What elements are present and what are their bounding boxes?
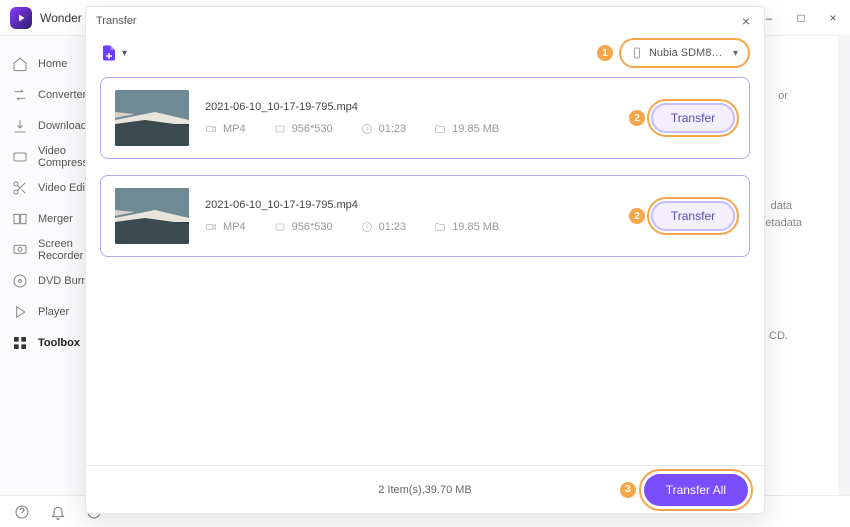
window-close-button[interactable]: ×: [826, 11, 840, 25]
convert-icon: [12, 87, 28, 103]
file-meta: 2021-06-10_10-17-19-795.mp4 MP4 956*530 …: [205, 199, 613, 233]
compress-icon: [12, 149, 28, 165]
sidebar-item-label: Player: [38, 306, 69, 318]
camera-icon: [205, 123, 217, 135]
file-format: MP4: [205, 123, 246, 135]
file-summary: 2 Item(s),39.70 MB: [378, 484, 472, 496]
file-row[interactable]: 2021-06-10_10-17-19-795.mp4 MP4 956*530 …: [100, 77, 750, 159]
app-logo: [10, 7, 32, 29]
sidebar-item-label: Converter: [38, 89, 86, 101]
file-format: MP4: [205, 221, 246, 233]
transfer-button[interactable]: Transfer: [651, 201, 735, 231]
file-size: 19.85 MB: [434, 123, 499, 135]
sidebar-item-label: Merger: [38, 213, 73, 225]
bg-text: etadata: [765, 217, 802, 229]
step-badge-2: 2: [629, 208, 645, 224]
window-maximize-button[interactable]: □: [794, 11, 808, 25]
play-icon: [12, 304, 28, 320]
dimensions-icon: [274, 221, 286, 233]
step-badge-3: 3: [620, 482, 636, 498]
bell-icon[interactable]: [50, 504, 66, 520]
step-badge-1: 1: [597, 45, 613, 61]
dialog-footer: 2 Item(s),39.70 MB 3 Transfer All: [86, 465, 764, 513]
transfer-all-button[interactable]: Transfer All: [644, 474, 748, 506]
transfer-dialog: Transfer × ▾ 1 Nubia SDM845-… ▾: [85, 6, 765, 514]
file-name: 2021-06-10_10-17-19-795.mp4: [205, 199, 613, 211]
file-duration: 01:23: [361, 221, 407, 233]
dialog-close-button[interactable]: ×: [738, 11, 754, 31]
chevron-down-icon: ▾: [122, 48, 127, 59]
device-select[interactable]: Nubia SDM845-… ▾: [619, 38, 750, 68]
device-name: Nubia SDM845-…: [649, 47, 727, 59]
bg-text: CD.: [769, 330, 788, 342]
file-size: 19.85 MB: [434, 221, 499, 233]
video-thumbnail: [115, 188, 189, 244]
dialog-toolbar: ▾ 1 Nubia SDM845-… ▾: [86, 35, 764, 71]
file-add-icon: [100, 44, 118, 62]
file-meta: 2021-06-10_10-17-19-795.mp4 MP4 956*530 …: [205, 101, 613, 135]
file-resolution: 956*530: [274, 221, 333, 233]
bg-text: data: [771, 200, 792, 212]
apps-icon: [12, 335, 28, 351]
clock-icon: [361, 123, 373, 135]
add-files-button[interactable]: ▾: [100, 44, 127, 62]
folder-icon: [434, 123, 446, 135]
clock-icon: [361, 221, 373, 233]
phone-icon: [631, 47, 643, 59]
chevron-down-icon: ▾: [733, 48, 738, 59]
camera-icon: [205, 221, 217, 233]
video-thumbnail: [115, 90, 189, 146]
dialog-title: Transfer: [96, 15, 137, 27]
folder-icon: [434, 221, 446, 233]
home-icon: [12, 56, 28, 72]
transfer-button[interactable]: Transfer: [651, 103, 735, 133]
disc-icon: [12, 273, 28, 289]
dialog-header: Transfer ×: [86, 7, 764, 35]
dialog-body: 2021-06-10_10-17-19-795.mp4 MP4 956*530 …: [86, 71, 764, 465]
file-row[interactable]: 2021-06-10_10-17-19-795.mp4 MP4 956*530 …: [100, 175, 750, 257]
sidebar-item-label: Toolbox: [38, 337, 80, 349]
record-icon: [12, 242, 28, 258]
bg-text: or: [778, 90, 788, 102]
step-badge-2: 2: [629, 110, 645, 126]
scissors-icon: [12, 180, 28, 196]
file-duration: 01:23: [361, 123, 407, 135]
merge-icon: [12, 211, 28, 227]
download-icon: [12, 118, 28, 134]
dimensions-icon: [274, 123, 286, 135]
app-brand: Wonder: [40, 11, 82, 25]
sidebar-item-label: Home: [38, 58, 67, 70]
file-name: 2021-06-10_10-17-19-795.mp4: [205, 101, 613, 113]
file-resolution: 956*530: [274, 123, 333, 135]
help-icon[interactable]: [14, 504, 30, 520]
